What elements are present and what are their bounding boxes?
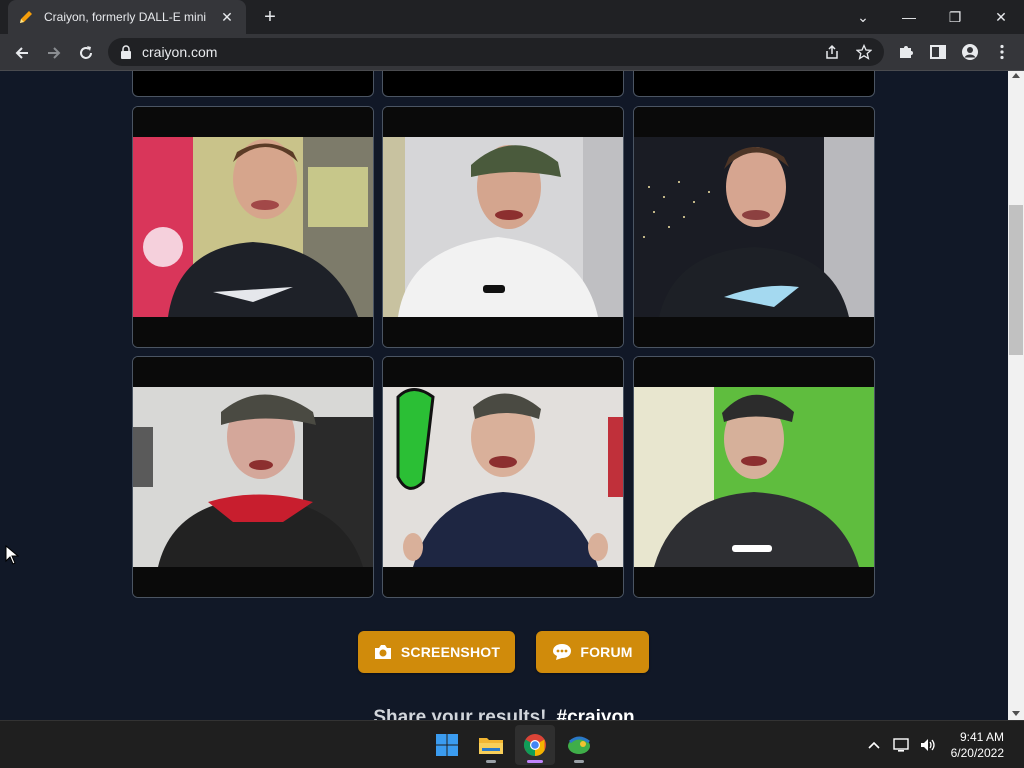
share-text: Share your results! (373, 707, 547, 720)
kebab-menu-icon[interactable] (993, 43, 1011, 61)
address-bar[interactable]: craiyon.com (108, 38, 884, 66)
forum-label: FORUM (580, 644, 633, 660)
chat-icon (553, 644, 572, 660)
profile-icon[interactable] (961, 43, 979, 61)
result-tile[interactable] (633, 106, 875, 348)
windows-start-icon[interactable] (427, 725, 467, 765)
result-tile[interactable] (132, 356, 374, 598)
system-clock[interactable]: 9:41 AM 6/20/2022 (951, 729, 1004, 761)
back-arrow-icon[interactable] (8, 39, 36, 67)
close-icon[interactable]: ✕ (218, 9, 236, 26)
forum-button[interactable]: FORUM (536, 631, 649, 673)
lock-icon[interactable] (120, 45, 132, 59)
scroll-up-icon[interactable] (1012, 73, 1020, 78)
share-hashtag: #craiyon (556, 707, 635, 720)
file-explorer-icon[interactable] (471, 725, 511, 765)
generated-image (383, 107, 623, 347)
share-icon[interactable] (824, 44, 840, 60)
browser-tab[interactable]: Craiyon, formerly DALL-E mini ✕ (8, 0, 246, 34)
close-window-icon[interactable]: ✕ (978, 0, 1024, 34)
minimize-icon[interactable]: — (886, 0, 932, 34)
page-viewport: SCREENSHOT FORUM Share your results! #cra… (0, 71, 1008, 720)
browser-toolbar: craiyon.com (0, 34, 1024, 71)
chevron-up-icon[interactable] (864, 735, 884, 755)
tab-search-icon[interactable]: ⌄ (840, 0, 886, 34)
side-panel-icon[interactable] (929, 43, 947, 61)
taskbar: 9:41 AM 6/20/2022 (0, 720, 1024, 768)
url-text: craiyon.com (142, 44, 218, 60)
generated-image (383, 357, 623, 597)
result-tile[interactable] (382, 106, 624, 348)
clock-time: 9:41 AM (959, 730, 1004, 744)
reload-icon[interactable] (72, 39, 100, 67)
screenshot-button[interactable]: SCREENSHOT (358, 631, 515, 673)
pencil-icon (20, 11, 32, 23)
result-tile[interactable] (633, 356, 875, 598)
scrollbar-track[interactable] (1008, 71, 1024, 720)
clock-date: 6/20/2022 (950, 746, 1004, 760)
chrome-icon[interactable] (515, 725, 555, 765)
star-icon[interactable] (856, 44, 872, 60)
app-indicator-active (527, 760, 543, 763)
network-icon[interactable] (892, 735, 912, 755)
result-tile[interactable] (132, 106, 374, 348)
app-indicator (486, 760, 496, 763)
result-tile[interactable] (382, 71, 624, 97)
restore-icon[interactable]: ❐ (932, 0, 978, 34)
app-icon[interactable] (559, 725, 599, 765)
plus-icon[interactable]: + (258, 5, 282, 29)
generated-image (133, 357, 373, 597)
mouse-cursor-icon (5, 545, 19, 565)
volume-icon[interactable] (918, 735, 938, 755)
camera-icon (374, 645, 391, 659)
scroll-down-icon[interactable] (1012, 711, 1020, 716)
result-tile[interactable] (132, 71, 374, 97)
generated-image (634, 357, 874, 597)
forward-arrow-icon[interactable] (40, 39, 68, 67)
generated-image (133, 107, 373, 347)
puzzle-icon[interactable] (897, 43, 915, 61)
scrollbar-thumb[interactable] (1009, 205, 1023, 355)
generated-image (634, 107, 874, 347)
tab-title: Craiyon, formerly DALL-E mini (44, 10, 207, 24)
result-tile[interactable] (633, 71, 875, 97)
app-indicator (574, 760, 584, 763)
screenshot-label: SCREENSHOT (400, 644, 501, 660)
share-heading: Share your results! #craiyon (0, 707, 1008, 720)
tab-bar: Craiyon, formerly DALL-E mini ✕ + ⌄ — ❐ … (0, 0, 1024, 34)
result-tile[interactable] (382, 356, 624, 598)
